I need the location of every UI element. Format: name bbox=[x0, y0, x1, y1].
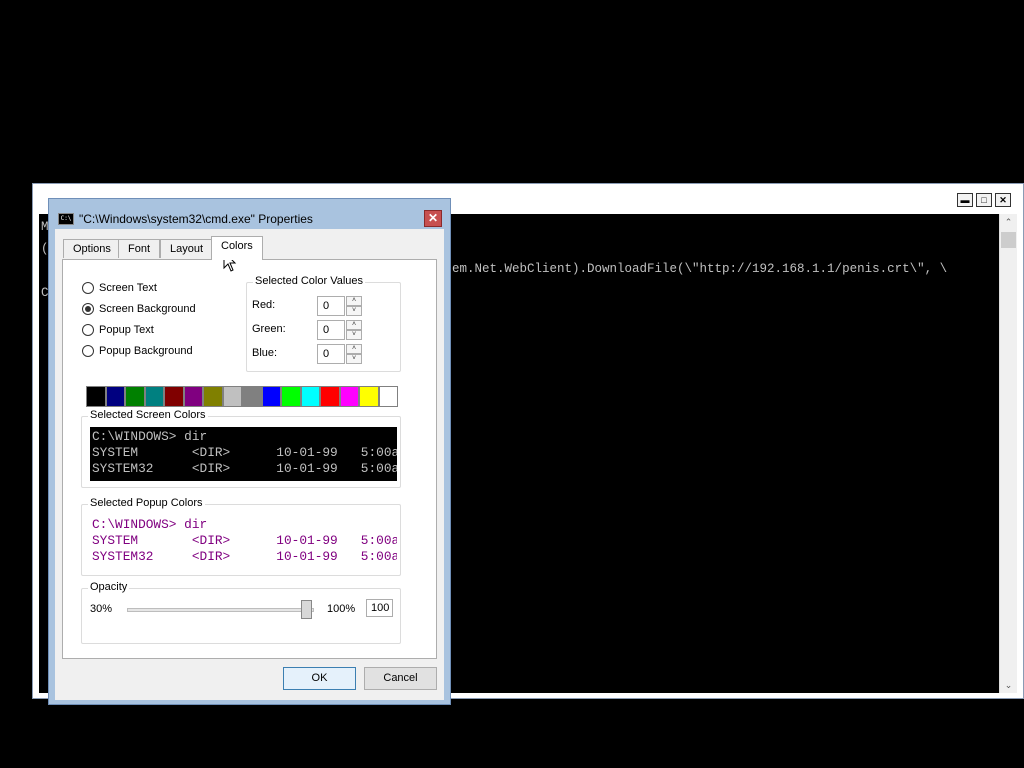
properties-dialog: C:\ "C:\Windows\system32\cmd.exe" Proper… bbox=[48, 198, 451, 705]
opacity-group: Opacity 30% 100% 100 bbox=[81, 581, 401, 644]
maximize-icon: □ bbox=[981, 195, 987, 205]
palette-swatch-3[interactable] bbox=[144, 386, 164, 407]
green-down-icon[interactable]: ˅ bbox=[346, 330, 362, 340]
opacity-value-input[interactable]: 100 bbox=[366, 599, 393, 617]
palette-swatch-2[interactable] bbox=[125, 386, 145, 407]
palette-swatch-1[interactable] bbox=[105, 386, 125, 407]
radio-label: Screen Text bbox=[99, 282, 157, 294]
palette-swatch-9[interactable] bbox=[261, 386, 281, 407]
minimize-button[interactable]: ▬ bbox=[957, 193, 973, 207]
radio-button[interactable] bbox=[82, 345, 94, 357]
palette-swatch-8[interactable] bbox=[242, 386, 262, 407]
popup-colors-preview: C:\WINDOWS> dir SYSTEM <DIR> 10-01-99 5:… bbox=[90, 515, 397, 569]
group-label: Selected Color Values bbox=[253, 275, 366, 287]
palette-swatch-14[interactable] bbox=[359, 386, 379, 407]
tab-colors[interactable]: Colors bbox=[211, 236, 263, 260]
radio-popup-text[interactable]: Popup Text bbox=[82, 322, 154, 338]
color-values-group: Selected Color Values Red: 0 ˄ ˅ Green: … bbox=[246, 275, 401, 372]
palette-swatch-0[interactable] bbox=[86, 386, 106, 407]
blue-down-icon[interactable]: ˅ bbox=[346, 354, 362, 364]
palette-swatch-13[interactable] bbox=[339, 386, 359, 407]
green-label: Green: bbox=[252, 323, 286, 335]
group-label: Opacity bbox=[88, 581, 130, 593]
scroll-thumb[interactable] bbox=[1001, 232, 1016, 248]
green-up-icon[interactable]: ˄ bbox=[346, 320, 362, 330]
radio-label: Popup Background bbox=[99, 345, 193, 357]
palette-swatch-10[interactable] bbox=[281, 386, 301, 407]
scroll-up-icon[interactable]: ⌃ bbox=[1000, 214, 1017, 230]
preview-line: SYSTEM <DIR> 10-01-99 5:00a bbox=[92, 533, 397, 548]
radio-popup-background[interactable]: Popup Background bbox=[82, 343, 193, 359]
colors-tab-panel: Screen Text Screen Background Popup Text… bbox=[62, 259, 437, 659]
tab-options[interactable]: Options bbox=[63, 239, 121, 258]
color-palette bbox=[86, 386, 398, 407]
blue-label: Blue: bbox=[252, 347, 278, 359]
radio-button[interactable] bbox=[82, 324, 94, 336]
maximize-button[interactable]: □ bbox=[976, 193, 992, 207]
dialog-client-area: Options Font Layout Colors Screen Text S… bbox=[55, 229, 444, 700]
screen-colors-preview: C:\WINDOWS> dir SYSTEM <DIR> 10-01-99 5:… bbox=[90, 427, 397, 481]
radio-screen-text[interactable]: Screen Text bbox=[82, 280, 157, 296]
radio-screen-background[interactable]: Screen Background bbox=[82, 301, 196, 317]
red-down-icon[interactable]: ˅ bbox=[346, 306, 362, 316]
opacity-slider-thumb[interactable] bbox=[301, 600, 312, 619]
preview-line: SYSTEM32 <DIR> 10-01-99 5:00a bbox=[92, 461, 397, 476]
opacity-max-label: 100% bbox=[327, 603, 356, 615]
screen-colors-group: Selected Screen Colors C:\WINDOWS> dir S… bbox=[81, 409, 401, 488]
opacity-slider-track[interactable] bbox=[127, 608, 314, 612]
radio-button[interactable] bbox=[82, 303, 94, 315]
radio-label: Popup Text bbox=[99, 324, 154, 336]
palette-swatch-11[interactable] bbox=[300, 386, 320, 407]
tab-font[interactable]: Font bbox=[118, 239, 161, 258]
minimize-icon: ▬ bbox=[960, 195, 970, 205]
red-up-icon[interactable]: ˄ bbox=[346, 296, 362, 306]
preview-line: SYSTEM32 <DIR> 10-01-99 5:00a bbox=[92, 549, 397, 564]
group-label: Selected Popup Colors bbox=[88, 497, 205, 509]
console-close-button[interactable]: ✕ bbox=[995, 193, 1011, 207]
red-input[interactable]: 0 bbox=[317, 296, 345, 316]
tab-layout[interactable]: Layout bbox=[160, 239, 214, 258]
ok-button[interactable]: OK bbox=[283, 667, 356, 690]
dialog-close-button[interactable]: ✕ bbox=[424, 210, 442, 227]
palette-swatch-15[interactable] bbox=[378, 386, 398, 407]
preview-line: SYSTEM <DIR> 10-01-99 5:00a bbox=[92, 445, 397, 460]
palette-swatch-4[interactable] bbox=[164, 386, 184, 407]
close-icon: ✕ bbox=[427, 211, 439, 225]
radio-label: Screen Background bbox=[99, 303, 196, 315]
console-command-line: em.Net.WebClient).DownloadFile(\"http://… bbox=[452, 262, 948, 276]
palette-swatch-12[interactable] bbox=[320, 386, 340, 407]
preview-line: C:\WINDOWS> dir bbox=[92, 429, 208, 444]
preview-line: C:\WINDOWS> dir bbox=[92, 517, 208, 532]
console-scrollbar[interactable]: ⌃ ⌄ bbox=[999, 214, 1017, 693]
scroll-down-icon[interactable]: ⌄ bbox=[1000, 677, 1017, 693]
palette-swatch-6[interactable] bbox=[203, 386, 223, 407]
close-icon: ✕ bbox=[999, 195, 1007, 205]
opacity-min-label: 30% bbox=[90, 603, 113, 615]
blue-input[interactable]: 0 bbox=[317, 344, 345, 364]
palette-swatch-7[interactable] bbox=[222, 386, 242, 407]
group-label: Selected Screen Colors bbox=[88, 409, 208, 421]
dialog-title: "C:\Windows\system32\cmd.exe" Properties bbox=[79, 212, 313, 226]
palette-swatch-5[interactable] bbox=[183, 386, 203, 407]
red-label: Red: bbox=[252, 299, 276, 311]
green-input[interactable]: 0 bbox=[317, 320, 345, 340]
popup-colors-group: Selected Popup Colors C:\WINDOWS> dir SY… bbox=[81, 497, 401, 576]
cancel-button[interactable]: Cancel bbox=[364, 667, 437, 690]
radio-button[interactable] bbox=[82, 282, 94, 294]
cmd-icon: C:\ bbox=[58, 213, 74, 225]
blue-up-icon[interactable]: ˄ bbox=[346, 344, 362, 354]
